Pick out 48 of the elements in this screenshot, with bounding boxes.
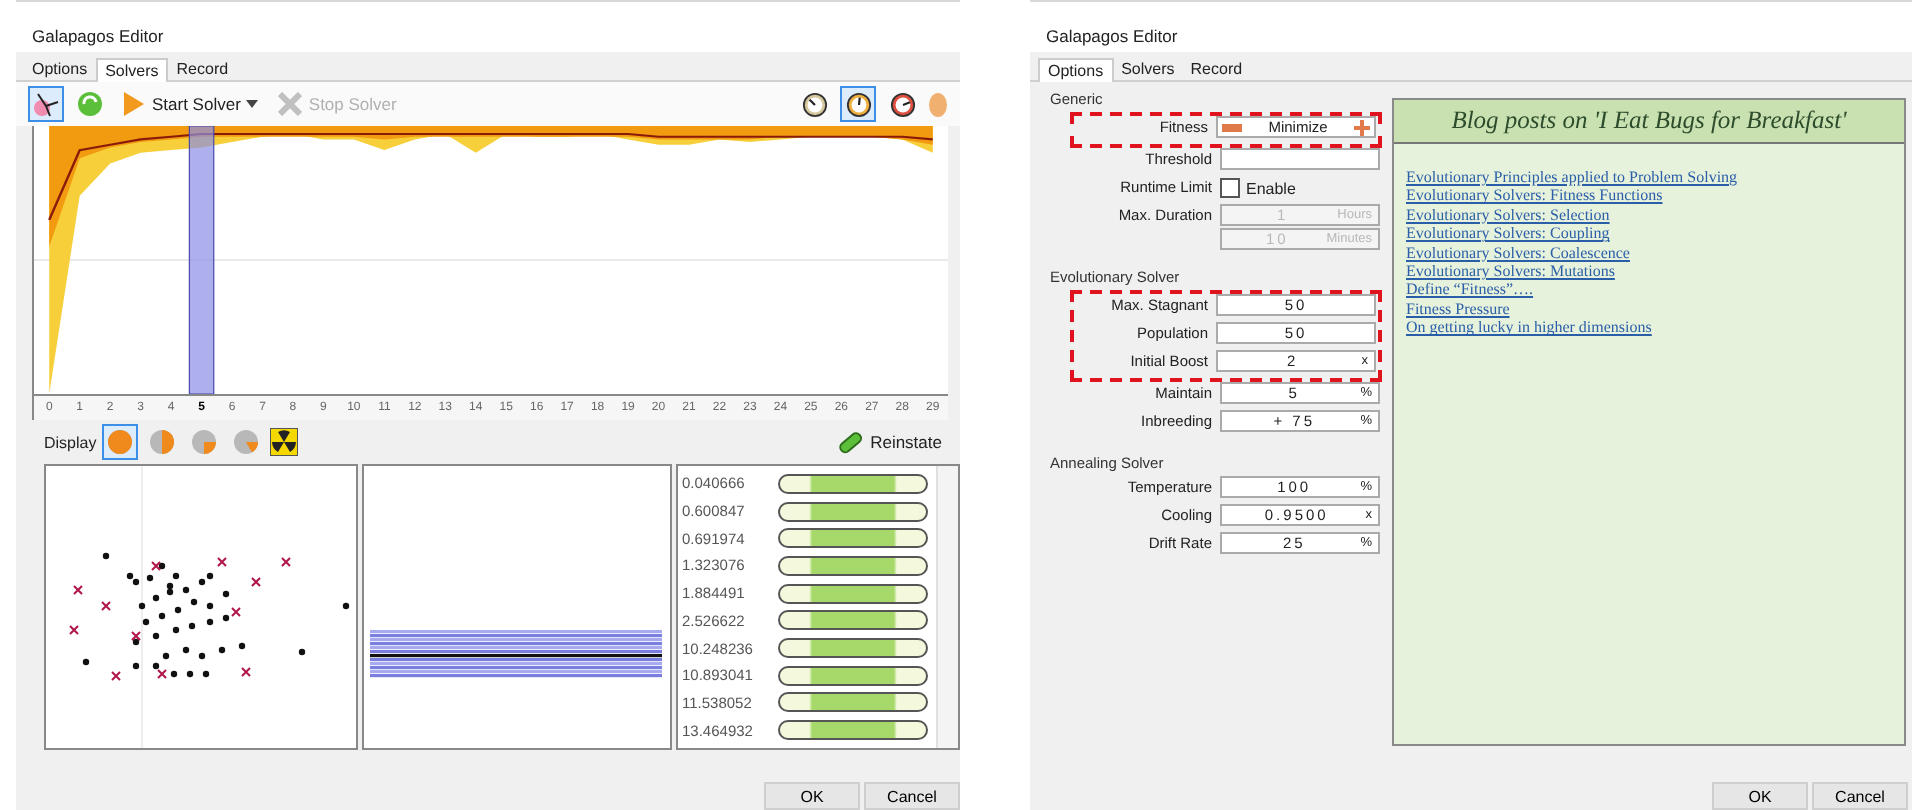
scrollbar[interactable] xyxy=(936,466,958,748)
minus-icon xyxy=(1222,123,1242,131)
checkbox-label: Enable xyxy=(1246,179,1296,197)
refresh-icon xyxy=(76,90,104,118)
window-title: Galapagos Editor xyxy=(1030,2,1912,52)
display-label: Display xyxy=(44,433,97,451)
blog-link[interactable]: Evolutionary Solvers: Mutations xyxy=(1406,262,1892,281)
sphere-icon xyxy=(106,428,135,456)
dialog-button[interactable]: Cancel xyxy=(1812,782,1908,810)
input-field[interactable] xyxy=(1220,148,1380,170)
tab[interactable]: Options xyxy=(24,58,96,80)
blog-link[interactable]: On getting lucky in higher dimensions xyxy=(1406,318,1892,338)
caret-icon xyxy=(246,100,259,108)
start-solver-button[interactable]: Start Solver xyxy=(116,88,265,120)
dialog-button[interactable]: Cancel xyxy=(864,782,960,810)
window-title: Galapagos Editor xyxy=(16,2,960,52)
blog-link[interactable]: Evolutionary Principles applied to Problem Solving xyxy=(1406,168,1892,187)
plus-icon xyxy=(1354,119,1370,135)
blog-link[interactable]: Define “Fitness”…. xyxy=(1406,280,1892,300)
sphere-icon xyxy=(190,428,219,456)
blog-link[interactable]: Evolutionary Solvers: Selection xyxy=(1406,205,1892,225)
tab[interactable]: Record xyxy=(168,58,237,80)
graph-tool-icon xyxy=(32,90,60,118)
gauge-button[interactable] xyxy=(840,86,876,122)
display-mode-button[interactable] xyxy=(102,424,139,460)
tab[interactable]: Solvers xyxy=(95,58,169,82)
radiation-icon[interactable] xyxy=(270,428,299,456)
dialog-button[interactable]: OK xyxy=(1712,782,1808,810)
tool-button[interactable] xyxy=(28,86,64,122)
blog-link[interactable]: Evolutionary Solvers: Fitness Functions xyxy=(1406,186,1892,206)
sphere-icon xyxy=(148,428,177,456)
sphere-icon xyxy=(232,428,261,456)
blog-title: Blog posts on 'I Eat Bugs for Breakfast' xyxy=(1394,100,1904,144)
gauge-icon xyxy=(801,91,827,117)
dialog-button[interactable]: OK xyxy=(764,782,860,810)
tab[interactable]: Solvers xyxy=(1113,58,1183,80)
cross-icon xyxy=(278,92,303,116)
tab[interactable]: Record xyxy=(1182,58,1251,80)
gauge-icon xyxy=(845,91,871,117)
play-icon xyxy=(122,90,146,118)
egg-icon xyxy=(928,91,948,117)
gauge-icon xyxy=(889,91,915,117)
blog-link[interactable]: Evolutionary Solvers: Coupling xyxy=(1406,224,1892,244)
blog-link[interactable]: Evolutionary Solvers: Coalescence xyxy=(1406,243,1892,263)
checkbox[interactable] xyxy=(1220,178,1240,198)
blog-link[interactable]: Fitness Pressure xyxy=(1406,299,1892,319)
tab[interactable]: Options xyxy=(1038,58,1114,82)
reinstate-button[interactable]: Reinstate xyxy=(830,426,948,458)
